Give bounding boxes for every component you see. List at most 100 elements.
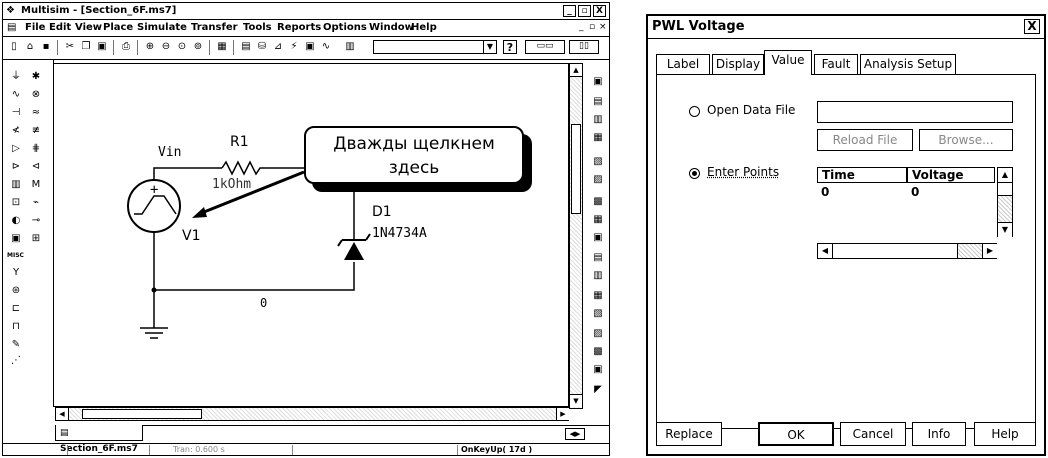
enter-points-label[interactable]: Enter Points (707, 165, 779, 179)
multimeter-icon[interactable]: ▣ (591, 75, 605, 89)
postprocessor-icon[interactable]: ∿ (319, 40, 333, 54)
tab-fault[interactable]: Fault (814, 54, 858, 74)
menu-transfer[interactable]: Transfer (191, 22, 238, 33)
wave-icon[interactable]: ≈ (29, 106, 43, 120)
zoom-in-icon[interactable]: ⊕ (143, 40, 157, 54)
horizontal-scrollbar[interactable]: ◀ ▶ (55, 407, 569, 421)
in-use-list-icon[interactable]: ▥ (343, 40, 357, 54)
network-analyzer-icon[interactable]: ▧ (591, 307, 605, 321)
menu-help[interactable]: Help (411, 22, 437, 33)
info-button[interactable]: Info (912, 422, 966, 446)
paste-icon[interactable]: ▣ (95, 40, 109, 54)
menu-tools[interactable]: Tools (243, 22, 272, 33)
ttl-icon[interactable]: ⊳ (9, 160, 23, 174)
switch-icon[interactable]: ⊸ (29, 214, 43, 228)
tab-analysis-setup[interactable]: Analysis Setup (860, 54, 956, 74)
menu-place[interactable]: Place (103, 22, 133, 33)
indicator-icon[interactable]: ◐ (9, 214, 23, 228)
oscilloscope-icon[interactable]: ▦ (591, 131, 605, 145)
in-use-combo[interactable]: ▼ (373, 40, 497, 54)
digital-icon[interactable]: ⊡ (9, 196, 23, 210)
rf-icon[interactable]: ⊞ (29, 232, 43, 246)
vin-label[interactable]: Vin (158, 145, 181, 160)
iv-analyzer-icon[interactable]: ▤ (591, 251, 605, 265)
antenna-icon[interactable]: Y (9, 266, 23, 280)
mdi-min-icon[interactable]: _ (579, 22, 584, 32)
v1-label[interactable]: V1 (182, 228, 200, 244)
r1-label[interactable]: R1 (230, 134, 249, 150)
diode-icon[interactable]: ⊣ (9, 106, 23, 120)
grid-icon[interactable]: ▦ (215, 40, 229, 54)
tab-value[interactable]: Value (764, 50, 812, 75)
close-button[interactable]: X (593, 5, 606, 17)
copy-icon[interactable]: ❐ (79, 40, 93, 54)
scroll-up-icon[interactable]: ▲ (570, 64, 582, 77)
cut-icon[interactable]: ✂ (63, 40, 77, 54)
close-button[interactable]: X (1024, 19, 1040, 34)
vertical-scroll-thumb[interactable] (571, 124, 581, 214)
scroll-down-icon[interactable]: ▼ (570, 394, 582, 407)
grid-cell-time[interactable]: 0 (821, 185, 829, 199)
menu-edit[interactable]: Edit (49, 22, 71, 33)
place-wire-icon[interactable]: ✎ (9, 338, 23, 352)
menu-window[interactable]: Window (369, 22, 414, 33)
electromech-icon[interactable]: ⊛ (9, 284, 23, 298)
pulse-icon[interactable]: ⊓ (9, 320, 23, 334)
grid-scroll-down-icon[interactable]: ▼ (998, 222, 1012, 237)
cancel-button[interactable]: Cancel (840, 422, 906, 446)
agilent-scope-icon[interactable]: ▣ (591, 363, 605, 377)
function-generator-icon[interactable]: ▤ (591, 95, 605, 109)
wattmeter-icon[interactable]: ▥ (591, 113, 605, 127)
ok-button[interactable]: OK (758, 422, 834, 446)
agilent-multimeter-icon[interactable]: ▩ (591, 345, 605, 359)
r1-value[interactable]: 1kOhm (212, 177, 251, 192)
doc-icon[interactable]: ▤ (7, 22, 16, 33)
agilent-generator-icon[interactable]: ▨ (591, 327, 605, 341)
help-button[interactable]: Help (974, 422, 1036, 446)
zoom-out-icon[interactable]: ⊖ (159, 40, 173, 54)
bus-icon[interactable]: ⋕ (29, 142, 43, 156)
spectrum-analyzer-icon[interactable]: ▦ (591, 289, 605, 303)
scroll-right-icon[interactable]: ▶ (556, 408, 569, 420)
mdi-restore-icon[interactable]: ▫ (589, 22, 595, 32)
spreadsheet-icon[interactable]: ▤ (239, 40, 253, 54)
analysis-icon[interactable]: ⚡ (287, 40, 301, 54)
meter-icon[interactable]: M (29, 178, 43, 192)
mixed-icon[interactable]: ≢ (29, 124, 43, 138)
grid-scroll-left-icon[interactable]: ◀ (818, 244, 833, 258)
zoom-fit-icon[interactable]: ⊚ (191, 40, 205, 54)
tab-nav-icon[interactable]: ◀▶ (565, 428, 585, 440)
points-grid[interactable]: Time Voltage 0 0 ▲ ▼ ◀ ▶ (817, 167, 1013, 259)
grid-vertical-scrollbar[interactable]: ▲ ▼ (997, 167, 1013, 237)
reload-file-button[interactable]: Reload File (817, 129, 913, 151)
source-icon[interactable]: ⏚ (9, 70, 23, 84)
misc-label[interactable]: MISC (7, 252, 24, 259)
transistor-icon[interactable]: ≮ (9, 124, 23, 138)
open-icon[interactable]: ⌂ (23, 40, 37, 54)
grid-scroll-up-icon[interactable]: ▲ (998, 168, 1012, 183)
word-generator-icon[interactable]: ▩ (591, 195, 605, 209)
chevron-down-icon[interactable]: ▼ (483, 41, 496, 53)
mdi-close-icon[interactable]: × (599, 22, 607, 32)
gate-icon[interactable]: ⊲ (29, 160, 43, 174)
grid-horizontal-scrollbar[interactable]: ◀ ▶ (817, 243, 997, 259)
help-button[interactable]: ? (503, 40, 517, 54)
d1-model[interactable]: 1N4734A (372, 226, 427, 241)
schematic-canvas[interactable]: + Vin R1 1kOhm V1 D1 1N4734A 0 Дважды ще… (53, 63, 569, 407)
save-icon[interactable]: ▪ (39, 40, 53, 54)
logic-analyzer-icon[interactable]: ▦ (591, 213, 605, 227)
grid-cell-voltage[interactable]: 0 (911, 185, 919, 199)
browse-button[interactable]: Browse... (919, 129, 1013, 151)
menu-simulate[interactable]: Simulate (137, 22, 187, 33)
grid-scroll-thumb[interactable] (998, 183, 1012, 196)
signal-icon[interactable]: ⌁ (29, 196, 43, 210)
probe-icon[interactable]: ⊗ (29, 88, 43, 102)
horizontal-scroll-thumb[interactable] (82, 409, 202, 419)
cmos-icon[interactable]: ▥ (9, 178, 23, 192)
open-data-file-radio[interactable] (689, 106, 700, 117)
menu-file[interactable]: File (25, 22, 45, 33)
zoom-area-icon[interactable]: ⊙ (175, 40, 189, 54)
grid-hscroll-thumb[interactable] (833, 244, 958, 258)
restore-button[interactable]: ▫ (578, 5, 591, 17)
data-file-input[interactable] (817, 101, 1013, 123)
